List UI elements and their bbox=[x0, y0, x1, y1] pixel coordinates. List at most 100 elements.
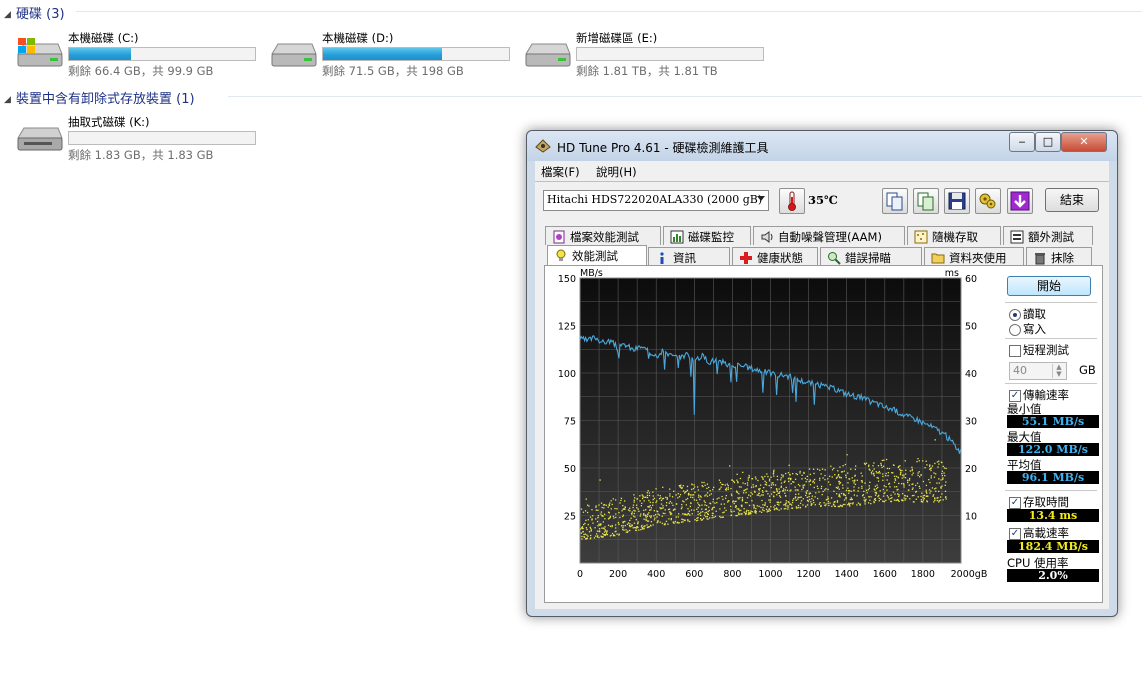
window-client-area: 檔案(F) 說明(H) Hitachi HDS722020ALA330 (200… bbox=[535, 161, 1109, 609]
access-time-point bbox=[622, 515, 624, 518]
access-time-point bbox=[838, 481, 840, 483]
tab-file-benchmark[interactable]: 檔案效能測試 bbox=[545, 226, 661, 245]
access-time-point bbox=[752, 504, 755, 506]
drive-d[interactable]: 本機磁碟 (D:) 剩餘 71.5 GB，共 198 GB bbox=[270, 30, 520, 80]
tab-error-scan[interactable]: 錯誤掃瞄 bbox=[820, 247, 922, 266]
access-time-point bbox=[741, 500, 744, 502]
tab-disk-monitor[interactable]: 磁碟監控 bbox=[663, 226, 751, 245]
access-time-point bbox=[713, 506, 715, 508]
access-time-point bbox=[888, 467, 891, 470]
access-time-point bbox=[705, 508, 707, 510]
exit-button[interactable]: 結束 bbox=[1045, 188, 1099, 212]
access-time-point bbox=[687, 508, 689, 510]
access-time-point bbox=[769, 499, 772, 501]
access-time-point bbox=[749, 511, 751, 514]
access-time-point bbox=[620, 497, 623, 499]
drive-select[interactable]: Hitachi HDS722020ALA330 (2000 gB) bbox=[543, 190, 769, 211]
copy-icon bbox=[886, 192, 903, 211]
close-button[interactable]: ✕ bbox=[1061, 132, 1107, 152]
write-radio[interactable] bbox=[1009, 324, 1021, 336]
drive-e[interactable]: 新增磁碟區 (E:) 剩餘 1.81 TB，共 1.81 TB bbox=[524, 30, 774, 80]
access-time-point bbox=[932, 495, 934, 497]
access-time-point bbox=[912, 487, 914, 489]
access-time-point bbox=[682, 518, 684, 521]
drive-name: 本機磁碟 (C:) bbox=[68, 31, 139, 45]
access-time-point bbox=[941, 470, 943, 472]
access-time-point bbox=[669, 488, 671, 490]
access-time-point bbox=[774, 484, 777, 486]
access-time-point bbox=[802, 484, 804, 486]
access-time-point bbox=[776, 475, 779, 478]
download-button[interactable] bbox=[1007, 188, 1033, 214]
drive-k[interactable]: 抽取式磁碟 (K:) 剩餘 1.83 GB，共 1.83 GB bbox=[16, 114, 266, 164]
options-button[interactable] bbox=[975, 188, 1001, 214]
access-time-point bbox=[719, 515, 721, 518]
access-time-point bbox=[636, 507, 638, 509]
access-time-point bbox=[782, 488, 785, 490]
tab-info[interactable]: 資訊 bbox=[648, 247, 730, 266]
access-time-point bbox=[883, 459, 885, 461]
spinner-arrows-icon[interactable]: ▲ ▼ bbox=[1052, 364, 1065, 378]
menu-file[interactable]: 檔案(F) bbox=[541, 164, 580, 180]
access-time-point bbox=[897, 466, 900, 469]
tab-erase[interactable]: 抹除 bbox=[1026, 247, 1092, 266]
removable-group-header[interactable]: ◢ 裝置中含有卸除式存放裝置 (1) bbox=[4, 88, 195, 107]
access-time-point bbox=[681, 503, 683, 506]
tab-folder-usage[interactable]: 資料夾使用 bbox=[924, 247, 1024, 266]
access-time-point bbox=[941, 493, 943, 495]
access-time-point bbox=[925, 460, 927, 462]
access-time-point bbox=[741, 513, 743, 515]
short-test-size-input[interactable]: 40 ▲ ▼ bbox=[1009, 362, 1067, 380]
tab-benchmark[interactable]: 效能測試 bbox=[547, 245, 647, 266]
access-time-point bbox=[915, 498, 917, 500]
access-time-point bbox=[710, 493, 712, 495]
minimize-button[interactable]: ‒ bbox=[1009, 132, 1035, 152]
menu-help[interactable]: 說明(H) bbox=[596, 164, 637, 180]
access-time-point bbox=[659, 521, 661, 523]
tab-aam[interactable]: 自動噪聲管理(AAM) bbox=[753, 226, 905, 245]
access-time-point bbox=[691, 494, 693, 496]
access-time-checkbox[interactable]: ✓ bbox=[1009, 497, 1021, 509]
drive-c[interactable]: 本機磁碟 (C:) 剩餘 66.4 GB，共 99.9 GB bbox=[16, 30, 266, 80]
access-time-point bbox=[775, 507, 778, 509]
access-time-point bbox=[607, 518, 610, 520]
access-time-point bbox=[615, 527, 617, 529]
access-time-point bbox=[863, 497, 865, 499]
access-time-point bbox=[899, 465, 901, 467]
access-time-point bbox=[726, 483, 729, 485]
access-time-point bbox=[654, 517, 656, 519]
access-time-point bbox=[811, 498, 813, 500]
access-time-point bbox=[845, 489, 848, 492]
burst-rate-checkbox[interactable]: ✓ bbox=[1009, 528, 1021, 540]
tab-health[interactable]: 健康狀態 bbox=[732, 247, 818, 266]
copy-image-button[interactable] bbox=[913, 188, 939, 214]
collapse-arrow-icon[interactable]: ◢ bbox=[4, 95, 16, 105]
access-time-point bbox=[655, 488, 657, 490]
short-test-checkbox[interactable] bbox=[1009, 345, 1021, 357]
tab-extra-tests[interactable]: 額外測試 bbox=[1003, 226, 1093, 245]
tab-random-access[interactable]: 隨機存取 bbox=[907, 226, 1001, 245]
hdd-group-header[interactable]: ◢ 硬碟 (3) bbox=[4, 3, 65, 22]
copy-text-button[interactable] bbox=[882, 188, 908, 214]
access-time-point bbox=[773, 506, 775, 508]
collapse-arrow-icon[interactable]: ◢ bbox=[4, 10, 16, 20]
access-time-point bbox=[652, 498, 654, 501]
access-time-point bbox=[944, 474, 946, 477]
access-time-point bbox=[706, 492, 709, 494]
access-time-point bbox=[768, 484, 770, 487]
access-time-point bbox=[893, 464, 895, 466]
access-time-point bbox=[596, 530, 599, 532]
access-time-point bbox=[665, 496, 667, 499]
temperature-button[interactable] bbox=[779, 188, 805, 214]
access-time-point bbox=[673, 509, 675, 511]
access-time-point bbox=[833, 490, 835, 492]
start-button[interactable]: 開始 bbox=[1007, 276, 1091, 296]
title-bar[interactable]: HD Tune Pro 4.61 - 硬碟檢測維護工具 ‒ □ ✕ bbox=[527, 131, 1117, 161]
access-time-point bbox=[873, 475, 875, 477]
access-time-point bbox=[762, 507, 764, 509]
save-button[interactable] bbox=[944, 188, 970, 214]
read-radio[interactable] bbox=[1009, 309, 1021, 321]
access-time-point bbox=[691, 483, 693, 485]
access-time-point bbox=[877, 472, 880, 474]
maximize-button[interactable]: □ bbox=[1035, 132, 1061, 152]
